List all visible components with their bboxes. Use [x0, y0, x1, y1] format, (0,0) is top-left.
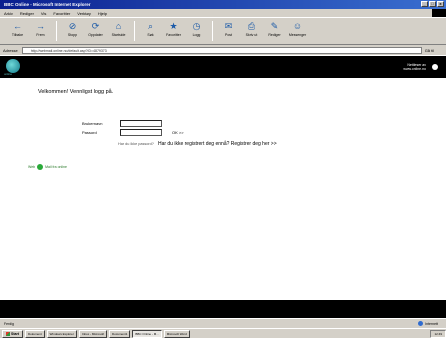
webmail-prefix: Web: [28, 165, 36, 169]
toolbar-button-favorites[interactable]: ★ Favoritter: [162, 21, 185, 37]
register-link[interactable]: Har du ikke registrert deg ennå? Registr…: [158, 141, 277, 147]
taskbar-task[interactable]: Microsoft Word: [163, 329, 190, 338]
toolbar-separator: [56, 21, 57, 41]
toolbar-button-messenger[interactable]: ☺ Messenger: [286, 21, 309, 37]
address-label: Adresse: [3, 47, 18, 53]
toolbar-button-refresh[interactable]: ⟳ Oppdater: [84, 21, 107, 37]
stop-icon: ⊘: [68, 21, 77, 31]
menu-view[interactable]: Vis: [41, 11, 46, 16]
toolbar-button-print[interactable]: ⎙ Skriv ut: [240, 21, 263, 37]
close-button[interactable]: x: [437, 1, 444, 7]
taskbar-task[interactable]: Windows Explorer: [46, 329, 77, 338]
webmail-logo[interactable]: Web Mail fra online: [28, 164, 67, 170]
toolbar-separator: [212, 21, 213, 41]
ie-throbber-icon: [432, 9, 446, 17]
window-controls: _ □ x: [421, 1, 444, 7]
menu-bar: Arkiv Rediger Vis Favoritter Verktøy Hje…: [0, 9, 446, 17]
page-footer: [0, 300, 446, 318]
start-button[interactable]: Start: [2, 329, 23, 338]
toolbar-button-label: Favoritter: [166, 33, 181, 37]
header-right-line2: www.online.no: [403, 67, 426, 71]
print-icon: ⎙: [247, 21, 256, 31]
brand-text: online: [4, 72, 13, 76]
header-dot-icon: [432, 64, 438, 70]
menu-favorites[interactable]: Favoritter: [53, 11, 70, 16]
window-title: BBC Online - Microsoft Internet Explorer: [4, 2, 91, 7]
search-icon: ⌕: [147, 21, 154, 31]
online-logo-icon: [6, 59, 20, 73]
start-label: Start: [11, 331, 19, 336]
mail-icon: ✉: [224, 21, 233, 31]
page-header: online Nettleser av www.online.no: [0, 56, 446, 78]
password-row: Passord OK >>: [82, 129, 184, 136]
taskbar-task[interactable]: Inbox - Microsoft: [78, 329, 108, 338]
menu-tools[interactable]: Verktøy: [77, 11, 91, 16]
password-input[interactable]: [120, 129, 162, 136]
browser-toolbar: ← Tilbake → Frem ⊘ Stopp ⟳ Oppdater ⌂ Startside ⌕ S…: [0, 17, 446, 45]
system-tray-clock: 12:49: [430, 329, 446, 338]
status-bar: Ferdig Internett: [0, 318, 446, 328]
maximize-button[interactable]: □: [429, 1, 436, 7]
toolbar-button-label: Tilbake: [11, 33, 24, 37]
toolbar-button-label: Post: [224, 33, 232, 37]
toolbar-button-home[interactable]: ⌂ Startside: [107, 21, 130, 37]
toolbar-button-history[interactable]: ◷ Logg: [185, 21, 208, 37]
toolbar-button-label: Messenger: [288, 33, 307, 37]
menu-help[interactable]: Hjelp: [98, 11, 107, 16]
favorites-icon: ★: [169, 21, 178, 31]
edit-icon: ✎: [270, 21, 279, 31]
messenger-icon: ☺: [292, 21, 303, 31]
refresh-icon: ⟳: [91, 21, 100, 31]
menu-edit[interactable]: Rediger: [20, 11, 34, 16]
toolbar-button-mail[interactable]: ✉ Post: [217, 21, 240, 37]
window-titlebar: BBC Online - Microsoft Internet Explorer…: [0, 0, 446, 9]
toolbar-separator: [134, 21, 135, 41]
forward-arrow-icon: →: [36, 21, 45, 31]
windows-flag-icon: [6, 331, 10, 336]
menu-file[interactable]: Arkiv: [4, 11, 13, 16]
zone-label: Internett: [425, 321, 438, 326]
windows-taskbar: Start Dokument Windows Explorer Inbox - Mi…: [0, 328, 446, 338]
address-input[interactable]: http://webmail.online.no/default.asp?ID=…: [21, 46, 422, 54]
ok-button[interactable]: OK >>: [172, 130, 184, 135]
internet-zone-icon: [418, 321, 424, 326]
toolbar-button-forward-arrow[interactable]: → Frem: [29, 21, 52, 37]
username-row: Brukernavn: [82, 120, 162, 127]
toolbar-button-search[interactable]: ⌕ Søk: [139, 21, 162, 37]
toolbar-button-label: Oppdater: [88, 33, 103, 37]
register-row: Har du ikke passord? Har du ikke registr…: [118, 141, 277, 147]
webmail-icon: [37, 164, 44, 170]
toolbar-button-label: Søk: [147, 33, 154, 37]
toolbar-button-label: Rediger: [268, 33, 281, 37]
toolbar-button-label: Startside: [111, 33, 126, 37]
toolbar-button-label: Frem: [36, 33, 45, 37]
minimize-button[interactable]: _: [421, 1, 428, 7]
back-arrow-icon: ←: [13, 21, 22, 31]
page-content: Velkommen! Vennligst logg på. Brukernavn…: [0, 78, 446, 300]
header-right-text: Nettleser av www.online.no: [403, 63, 426, 71]
forgot-password-link[interactable]: Har du ikke passord?: [118, 142, 154, 146]
toolbar-button-back-arrow[interactable]: ← Tilbake: [6, 21, 29, 37]
toolbar-button-label: Stopp: [67, 33, 78, 37]
security-zone: Internett: [418, 321, 438, 326]
toolbar-button-stop[interactable]: ⊘ Stopp: [61, 21, 84, 37]
password-label: Passord: [82, 130, 97, 135]
toolbar-button-edit[interactable]: ✎ Rediger: [263, 21, 286, 37]
history-icon: ◷: [192, 21, 201, 31]
go-button[interactable]: Gå til: [425, 48, 434, 53]
toolbar-button-label: Skriv ut: [245, 33, 258, 37]
home-icon: ⌂: [115, 21, 122, 31]
username-label: Brukernavn: [82, 121, 103, 126]
status-text: Ferdig: [4, 321, 14, 326]
webmail-link[interactable]: Mail fra online: [45, 165, 67, 169]
taskbar-task[interactable]: Dokument: [24, 329, 45, 338]
address-bar: Adresse http://webmail.online.no/default…: [0, 45, 446, 55]
username-input[interactable]: [120, 120, 162, 127]
taskbar-task[interactable]: BBC Online - M...: [132, 329, 162, 338]
taskbar-task[interactable]: Document1: [109, 329, 131, 338]
welcome-text: Velkommen! Vennligst logg på.: [38, 89, 114, 95]
toolbar-button-label: Logg: [192, 33, 201, 37]
